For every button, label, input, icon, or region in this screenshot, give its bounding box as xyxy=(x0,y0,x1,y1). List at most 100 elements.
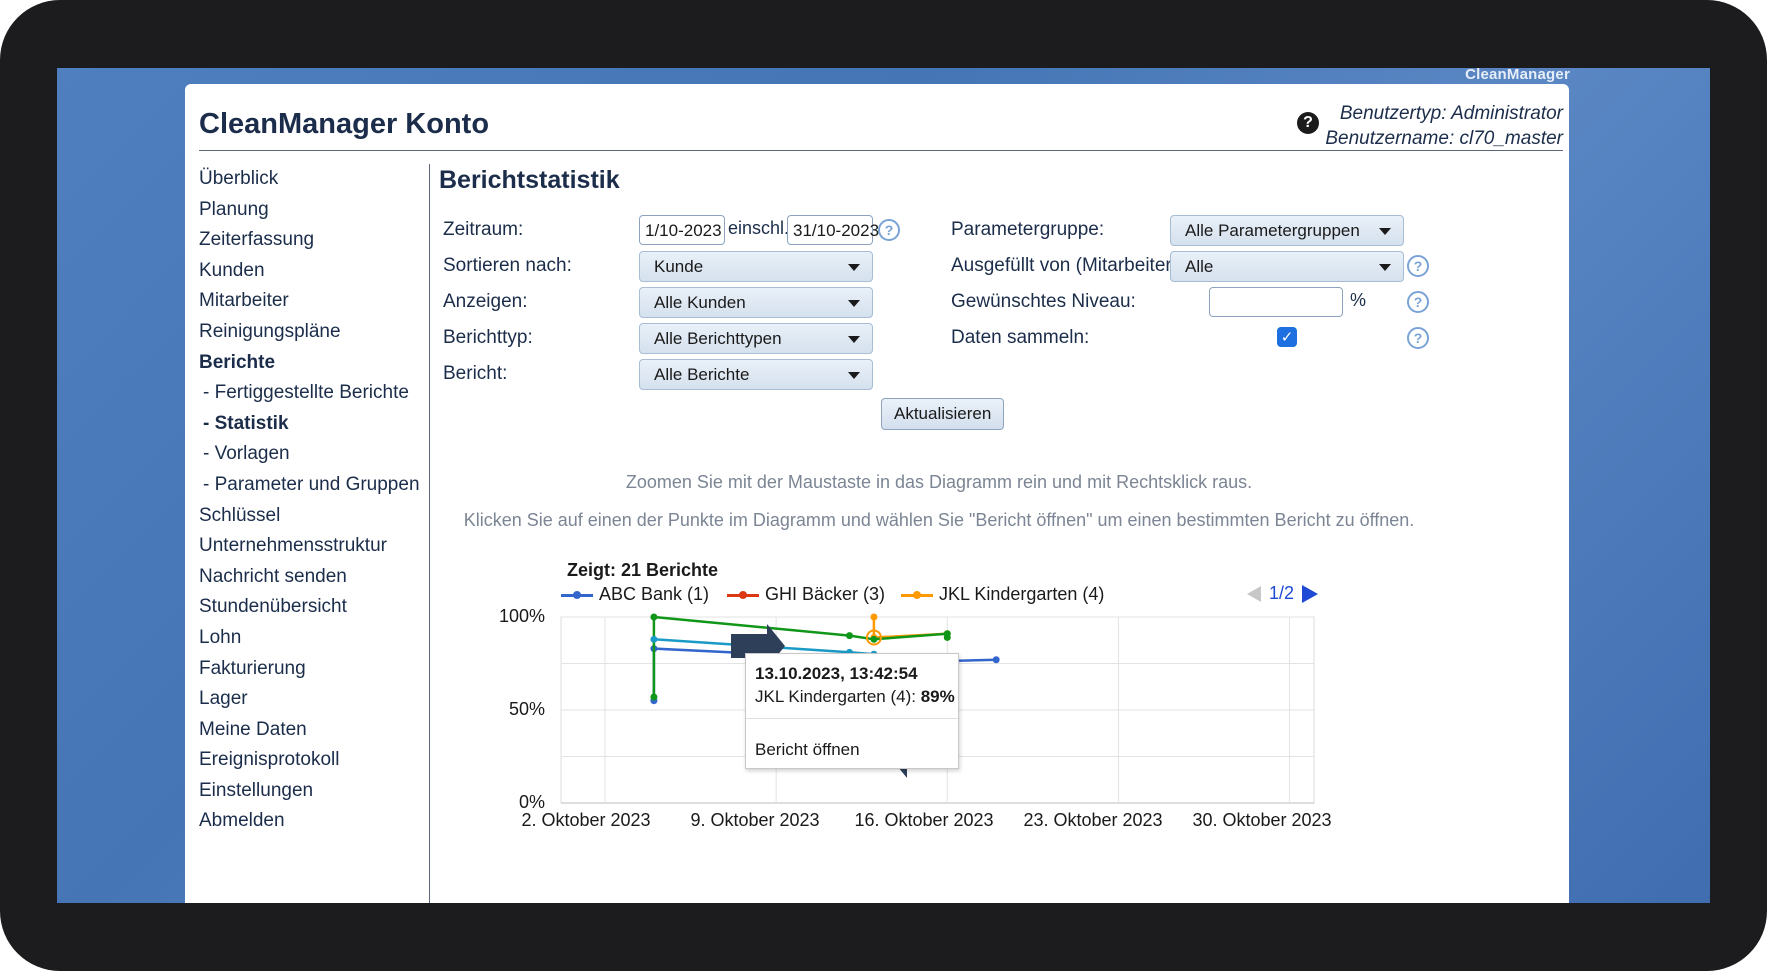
sidebar-item-lohn[interactable]: Lohn xyxy=(199,623,429,654)
sidebar-item-parameter-gruppen[interactable]: - Parameter und Gruppen xyxy=(199,470,429,501)
niveau-help-icon[interactable]: ? xyxy=(1407,291,1429,313)
chevron-down-icon xyxy=(848,264,860,271)
sidebar-item-stundenuebersicht[interactable]: Stundenübersicht xyxy=(199,592,429,623)
parametergruppe-label: Parametergruppe: xyxy=(951,219,1105,240)
sortieren-value: Kunde xyxy=(654,257,704,276)
niveau-unit: % xyxy=(1350,290,1367,310)
x-tick-label: 9. Oktober 2023 xyxy=(690,810,820,830)
parametergruppe-value: Alle Parametergruppen xyxy=(1185,221,1360,240)
user-type: Benutzertyp: Administrator xyxy=(1339,103,1563,124)
berichttyp-value: Alle Berichttypen xyxy=(654,329,782,348)
sidebar-item-reinigungsplaene[interactable]: Reinigungspläne xyxy=(199,317,429,348)
report-chart[interactable]: Zeigt: 21 Berichte ABC Bank (1) GHI Bäck… xyxy=(439,550,1439,903)
data-point[interactable] xyxy=(870,635,878,643)
aktualisieren-button[interactable]: Aktualisieren xyxy=(881,398,1005,430)
sidebar-item-vorlagen[interactable]: - Vorlagen xyxy=(199,439,429,470)
legend-item-abc-bank[interactable]: ABC Bank (1) xyxy=(561,584,709,605)
sortieren-label: Sortieren nach: xyxy=(443,255,572,276)
sidebar-item-meine-daten[interactable]: Meine Daten xyxy=(199,715,429,746)
data-point[interactable] xyxy=(650,635,658,643)
berichttyp-select[interactable]: Alle Berichttypen xyxy=(639,323,873,354)
daten-sammeln-label: Daten sammeln: xyxy=(951,327,1090,348)
bericht-select[interactable]: Alle Berichte xyxy=(639,359,873,390)
tooltip-series: JKL Kindergarten (4): 89% xyxy=(755,687,955,707)
ausgefuellt-value: Alle xyxy=(1185,257,1214,276)
data-point[interactable] xyxy=(845,632,853,640)
y-tick-label: 100% xyxy=(498,606,545,626)
zeitraum-separator: einschl. xyxy=(728,218,790,238)
data-point[interactable] xyxy=(650,613,658,621)
date-from-input[interactable]: 1/10-2023 xyxy=(639,215,725,245)
legend-item-ghi-baecker[interactable]: GHI Bäcker (3) xyxy=(727,584,885,605)
niveau-label: Gewünschtes Niveau: xyxy=(951,291,1136,312)
daten-sammeln-checkbox[interactable]: ✓ xyxy=(1277,327,1297,347)
data-point[interactable] xyxy=(943,633,951,641)
ausgefuellt-select[interactable]: Alle xyxy=(1170,251,1404,282)
bericht-value: Alle Berichte xyxy=(654,365,750,384)
data-point[interactable] xyxy=(870,613,878,621)
date-to-input[interactable]: 31/10-2023 xyxy=(787,215,879,245)
sidebar-item-planung[interactable]: Planung xyxy=(199,195,429,226)
pager-next-icon[interactable] xyxy=(1302,585,1319,604)
niveau-input[interactable] xyxy=(1209,287,1343,317)
x-tick-label: 2. Oktober 2023 xyxy=(521,810,651,830)
user-info: Benutzertyp: Administrator Benutzername:… xyxy=(1325,101,1563,151)
chevron-down-icon xyxy=(1379,228,1391,235)
sidebar-item-kunden[interactable]: Kunden xyxy=(199,256,429,287)
legend-label: ABC Bank (1) xyxy=(599,584,710,604)
help-icon[interactable]: ? xyxy=(1297,112,1319,134)
zeitraum-help-icon[interactable]: ? xyxy=(878,219,900,241)
sidebar-item-lager[interactable]: Lager xyxy=(199,684,429,715)
sortieren-select[interactable]: Kunde xyxy=(639,251,873,282)
parametergruppe-select[interactable]: Alle Parametergruppen xyxy=(1170,215,1404,246)
ausgefuellt-help-icon[interactable]: ? xyxy=(1407,255,1429,277)
header-divider xyxy=(199,150,1563,151)
data-point[interactable] xyxy=(650,693,658,701)
legend-label: JKL Kindergarten (4) xyxy=(939,584,1105,604)
main-content: Berichtstatistik Zeitraum: 1/10-2023 ein… xyxy=(439,160,1569,903)
legend-swatch xyxy=(727,590,759,599)
sidebar-item-berichte[interactable]: Berichte xyxy=(199,348,429,379)
y-tick-label: 50% xyxy=(508,699,545,719)
sidebar-item-zeiterfassung[interactable]: Zeiterfassung xyxy=(199,225,429,256)
anzeigen-select[interactable]: Alle Kunden xyxy=(639,287,873,318)
x-tick-label: 30. Oktober 2023 xyxy=(1192,810,1332,830)
x-tick-label: 16. Oktober 2023 xyxy=(854,810,994,830)
tooltip-value: 89% xyxy=(920,687,955,706)
bericht-label: Bericht: xyxy=(443,363,508,384)
tooltip-date: 13.10.2023, 13:42:54 xyxy=(755,664,918,683)
data-point[interactable] xyxy=(992,656,1000,664)
sidebar-nav: Überblick Planung Zeiterfassung Kunden M… xyxy=(199,164,429,837)
click-hint: Klicken Sie auf einen der Punkte im Diag… xyxy=(463,510,1415,530)
sidebar-item-fertiggestellte-berichte[interactable]: - Fertiggestellte Berichte xyxy=(199,378,429,409)
sidebar-divider xyxy=(429,164,430,903)
x-tick-label: 23. Oktober 2023 xyxy=(1023,810,1163,830)
sidebar-item-einstellungen[interactable]: Einstellungen xyxy=(199,776,429,807)
pager-label: 1/2 xyxy=(1269,583,1295,603)
sidebar-item-statistik[interactable]: - Statistik xyxy=(199,409,429,440)
sidebar-item-unternehmensstruktur[interactable]: Unternehmensstruktur xyxy=(199,531,429,562)
app-title: CleanManager Konto xyxy=(199,108,490,140)
sidebar-item-abmelden[interactable]: Abmelden xyxy=(199,806,429,837)
open-report-link[interactable]: Bericht öffnen xyxy=(755,740,860,760)
sidebar-item-nachricht-senden[interactable]: Nachricht senden xyxy=(199,562,429,593)
sidebar-item-fakturierung[interactable]: Fakturierung xyxy=(199,654,429,685)
legend-item-jkl-kindergarten[interactable]: JKL Kindergarten (4) xyxy=(901,584,1104,605)
legend-swatch xyxy=(901,590,933,599)
sidebar-item-ereignisprotokoll[interactable]: Ereignisprotokoll xyxy=(199,745,429,776)
chart-tooltip: 13.10.2023, 13:42:54 JKL Kindergarten (4… xyxy=(745,653,959,769)
sidebar-item-mitarbeiter[interactable]: Mitarbeiter xyxy=(199,286,429,317)
chevron-down-icon xyxy=(848,372,860,379)
tooltip-series-name: JKL Kindergarten (4): xyxy=(755,687,916,706)
sidebar-item-schluessel[interactable]: Schlüssel xyxy=(199,501,429,532)
pager-prev-icon[interactable] xyxy=(1247,586,1261,603)
legend-pager[interactable]: 1/2 xyxy=(1247,583,1319,604)
chevron-down-icon xyxy=(848,336,860,343)
daten-sammeln-help-icon[interactable]: ? xyxy=(1407,327,1429,349)
anzeigen-value: Alle Kunden xyxy=(654,293,746,312)
legend-label: GHI Bäcker (3) xyxy=(765,584,886,604)
app-header: CleanManager Konto ? Benutzertyp: Admini… xyxy=(185,84,1569,152)
sidebar-item-ueberblick[interactable]: Überblick xyxy=(199,164,429,195)
device-frame: CleanManager CleanManager Konto ? Benutz… xyxy=(0,0,1767,971)
ausgefuellt-label: Ausgefüllt von (Mitarbeiter): xyxy=(951,255,1184,276)
